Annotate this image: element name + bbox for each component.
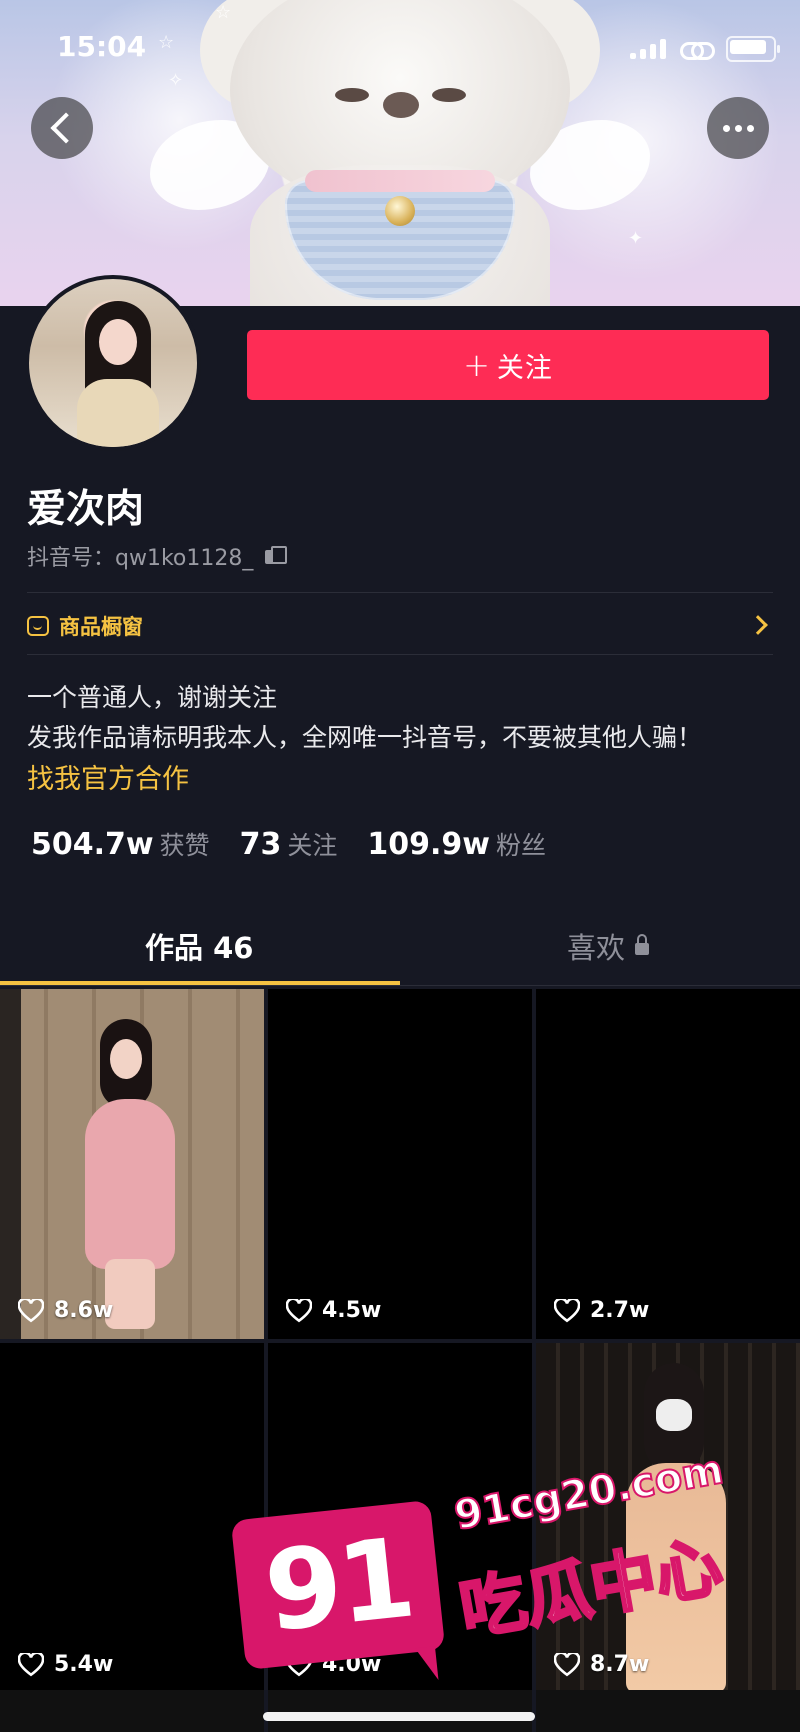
heart-icon bbox=[554, 1298, 580, 1322]
stat-value: 109.9w bbox=[367, 827, 490, 862]
chevron-right-icon bbox=[748, 615, 768, 635]
sparkle-icon: ✦ bbox=[628, 228, 644, 249]
watermark-badge: 91 bbox=[230, 1499, 446, 1671]
tab-likes[interactable]: 喜欢 bbox=[567, 925, 650, 967]
bell-icon bbox=[385, 196, 415, 226]
shop-icon bbox=[27, 616, 49, 636]
watermark-text: 吃瓜中心 bbox=[453, 1526, 729, 1651]
shop-window-label: 商品橱窗 bbox=[59, 615, 143, 639]
profile-stats: 504.7w 获赞 73 关注 109.9w 粉丝 bbox=[31, 826, 546, 862]
follow-label: 关注 bbox=[496, 352, 553, 384]
bear-eye-right bbox=[432, 88, 466, 102]
avatar[interactable] bbox=[25, 275, 201, 451]
video-likes-count: 8.6w bbox=[54, 1298, 114, 1323]
sparkle-icon: ☆ bbox=[215, 2, 232, 23]
tab-likes-label: 喜欢 bbox=[567, 931, 626, 965]
video-likes: 4.5w bbox=[286, 1298, 381, 1323]
shop-window-row[interactable]: 商品橱窗 bbox=[27, 600, 773, 652]
heart-icon bbox=[18, 1652, 44, 1676]
lock-icon bbox=[635, 934, 650, 955]
sparkle-icon: ✧ bbox=[168, 70, 184, 91]
status-bar: 15:04 bbox=[0, 30, 800, 66]
home-indicator[interactable] bbox=[263, 1712, 535, 1721]
watermark: 91 91cg20.com 吃瓜中心 bbox=[230, 1446, 798, 1700]
stat-likes: 504.7w 获赞 bbox=[31, 826, 210, 862]
douyin-id-row: 抖音号：qw1ko1128_ bbox=[27, 540, 288, 572]
heart-icon bbox=[18, 1298, 44, 1322]
video-likes-count: 5.4w bbox=[54, 1652, 114, 1677]
video-likes-count: 4.5w bbox=[322, 1298, 382, 1323]
video-thumbnail[interactable]: 2.7w bbox=[536, 989, 800, 1339]
heart-icon bbox=[286, 1298, 312, 1322]
stat-value: 504.7w bbox=[31, 827, 154, 862]
video-thumbnail[interactable] bbox=[0, 1690, 264, 1732]
video-likes: 5.4w bbox=[18, 1652, 113, 1677]
back-button[interactable] bbox=[31, 97, 93, 159]
hotspot-link-icon bbox=[680, 39, 715, 60]
divider bbox=[27, 592, 773, 593]
stat-following[interactable]: 73 关注 bbox=[240, 826, 338, 862]
bio-line-2: 发我作品请标明我本人，全网唯一抖音号，不要被其他人骗！ bbox=[27, 723, 703, 752]
copy-icon[interactable] bbox=[265, 546, 288, 566]
video-likes: 2.7w bbox=[554, 1298, 649, 1323]
video-thumbnail[interactable]: 5.4w bbox=[0, 1343, 264, 1693]
video-likes-count: 2.7w bbox=[590, 1298, 650, 1323]
video-thumbnail[interactable]: 4.5w bbox=[268, 989, 532, 1339]
nickname: 爱次肉 bbox=[27, 487, 145, 532]
video-likes: 8.6w bbox=[18, 1298, 113, 1323]
bear-nose bbox=[383, 92, 419, 118]
bio-line-1: 一个普通人，谢谢关注 bbox=[27, 683, 278, 712]
chevron-left-icon bbox=[50, 112, 82, 144]
stat-label: 关注 bbox=[287, 831, 338, 860]
status-time: 15:04 bbox=[57, 30, 147, 63]
video-thumbnail[interactable]: 8.6w bbox=[0, 989, 264, 1339]
divider bbox=[27, 654, 773, 655]
more-button[interactable] bbox=[707, 97, 769, 159]
bear-collar bbox=[305, 170, 495, 192]
divider bbox=[0, 985, 800, 986]
business-cooperation-link[interactable]: 找我官方合作 bbox=[27, 757, 189, 796]
bear-eye-left bbox=[335, 88, 369, 102]
stat-label: 获赞 bbox=[159, 831, 210, 860]
plus-icon: + bbox=[463, 346, 491, 384]
watermark-badge-text: 91 bbox=[259, 1513, 417, 1657]
profile-tabs: 作品 46 喜欢 bbox=[0, 905, 800, 985]
status-icons bbox=[630, 36, 780, 62]
stat-label: 粉丝 bbox=[496, 831, 547, 860]
follow-button[interactable]: + 关注 bbox=[247, 330, 769, 400]
more-dots-icon bbox=[722, 124, 754, 132]
tab-works[interactable]: 作品 46 bbox=[145, 925, 253, 967]
douyin-id: 抖音号：qw1ko1128_ bbox=[27, 546, 254, 571]
stat-followers[interactable]: 109.9w 粉丝 bbox=[367, 826, 546, 862]
battery-icon bbox=[726, 36, 780, 62]
stat-value: 73 bbox=[239, 827, 282, 862]
signal-icon bbox=[630, 39, 666, 59]
